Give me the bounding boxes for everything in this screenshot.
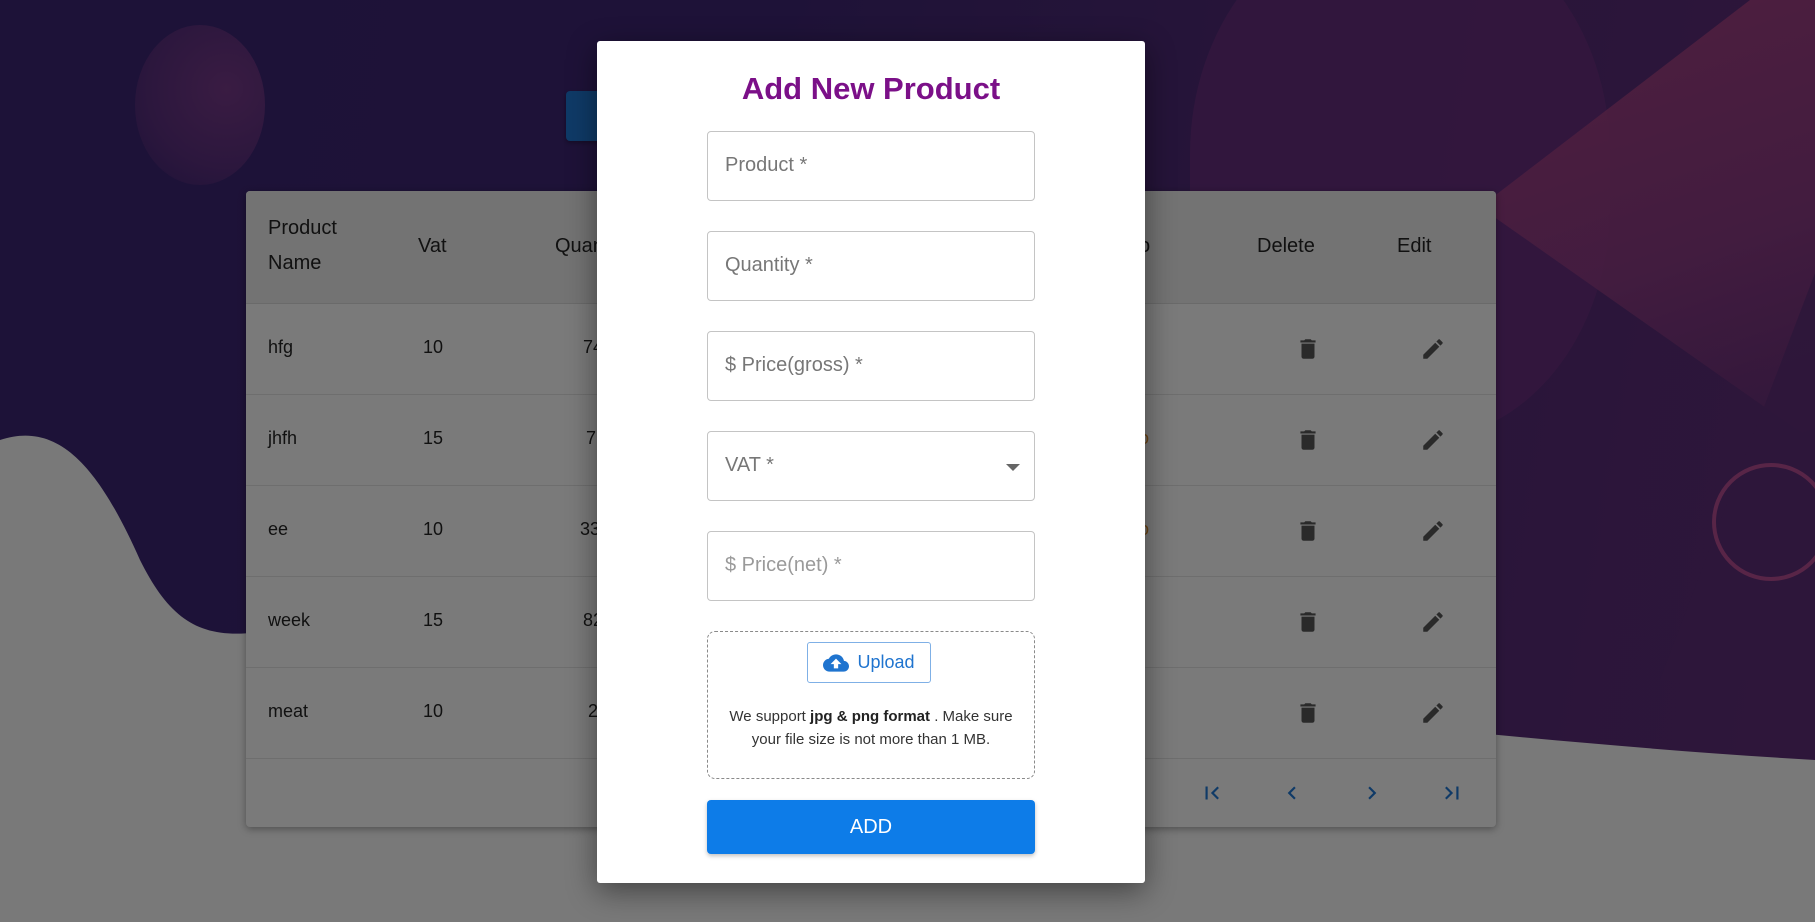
chevron-down-icon: [1006, 464, 1020, 471]
price-gross-field[interactable]: $ Price(gross) *: [707, 331, 1035, 401]
vat-select-label: VAT *: [725, 454, 774, 476]
upload-help-prefix: We support: [729, 708, 811, 725]
upload-button[interactable]: Upload: [807, 642, 931, 683]
cloud-upload-icon: [823, 653, 850, 672]
dialog-title: Add New Product: [741, 71, 1001, 106]
upload-help-text: We support jpg & png format . Make sure …: [718, 705, 1024, 751]
upload-button-label: Upload: [857, 652, 915, 672]
file-dropzone[interactable]: Upload We support jpg & png format . Mak…: [707, 631, 1035, 779]
quantity-field-label: Quantity *: [725, 254, 813, 276]
vat-select[interactable]: VAT *: [707, 431, 1035, 501]
price-net-field[interactable]: $ Price(net) *: [707, 531, 1035, 601]
price-net-field-label: $ Price(net) *: [725, 554, 842, 576]
add-product-dialog: Add New Product Product * Quantity * $ P…: [597, 41, 1145, 883]
quantity-field[interactable]: Quantity *: [707, 231, 1035, 301]
price-gross-field-label: $ Price(gross) *: [725, 354, 863, 376]
product-field[interactable]: Product *: [707, 131, 1035, 201]
product-field-label: Product *: [725, 154, 808, 176]
upload-help-formats: jpg & png format: [810, 708, 931, 725]
add-button[interactable]: ADD: [707, 800, 1035, 854]
